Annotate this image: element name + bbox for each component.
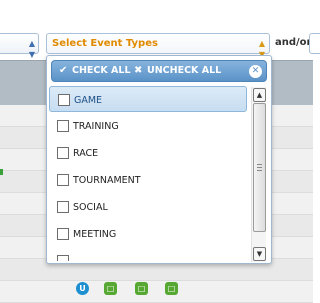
list-item-social[interactable]: SOCIAL [49, 194, 247, 220]
status-square-icon[interactable]: □ [104, 282, 117, 295]
event-types-select-label: Select Event Types [52, 38, 158, 49]
list-item-tournament[interactable]: TOURNAMENT [49, 167, 247, 193]
status-square-icon[interactable]: □ [135, 282, 148, 295]
list-item-label: RACE [73, 148, 99, 159]
select-arrows-icon: ▲▼ [28, 39, 35, 59]
event-types-list: GAME TRAINING RACE TOURNAMENT SOCIAL MEE… [49, 86, 251, 261]
checkbox[interactable] [57, 201, 69, 213]
list-item-label: MEETING [73, 229, 117, 240]
grip-icon [257, 164, 262, 171]
check-all-button[interactable]: ✔ CHECK ALL [59, 65, 131, 76]
checkbox[interactable] [57, 255, 69, 261]
list-item-partial[interactable] [49, 248, 247, 261]
event-types-select[interactable]: Select Event Types ▲▼ [46, 33, 270, 59]
list-item-race[interactable]: RACE [49, 140, 247, 166]
uncheck-all-label: UNCHECK ALL [147, 65, 222, 76]
list-scrollbar[interactable]: ▲ ▼ [251, 87, 266, 262]
checkmark-icon: ✔ [59, 65, 68, 76]
check-all-label: CHECK ALL [72, 65, 131, 76]
dropdown-header: ✔ CHECK ALL ✖ UNCHECK ALL ✕ [51, 60, 267, 82]
list-item-label: TOURNAMENT [73, 175, 141, 186]
close-icon[interactable]: ✕ [249, 65, 262, 78]
page-top-area [0, 0, 313, 32]
scroll-up-icon[interactable]: ▲ [253, 88, 266, 102]
next-filter-select[interactable] [309, 33, 320, 54]
table-row [0, 281, 313, 303]
event-types-dropdown: ✔ CHECK ALL ✖ UNCHECK ALL ✕ GAME TRAINING … [46, 55, 272, 264]
list-item-label: TRAINING [73, 121, 119, 132]
list-item-training[interactable]: TRAINING [49, 113, 247, 139]
cross-icon: ✖ [134, 65, 143, 76]
scroll-thumb[interactable] [253, 103, 266, 232]
list-item-meeting[interactable]: MEETING [49, 221, 247, 247]
list-item-game[interactable]: GAME [49, 86, 247, 112]
checkbox[interactable] [57, 228, 69, 240]
scroll-track[interactable] [253, 103, 266, 246]
user-status-icon[interactable]: U [76, 282, 89, 295]
checkbox[interactable] [57, 120, 69, 132]
scroll-down-icon[interactable]: ▼ [253, 247, 266, 261]
checkbox[interactable] [57, 174, 69, 186]
previous-filter-select[interactable]: ▲ ▼ [0, 33, 39, 59]
list-item-label: SOCIAL [73, 202, 108, 213]
status-square-icon[interactable]: □ [165, 282, 178, 295]
uncheck-all-button[interactable]: ✖ UNCHECK ALL [134, 65, 221, 76]
row-marker [0, 169, 3, 175]
checkbox[interactable] [57, 147, 69, 159]
list-item-label: GAME [74, 95, 103, 106]
checkbox[interactable] [58, 94, 70, 106]
